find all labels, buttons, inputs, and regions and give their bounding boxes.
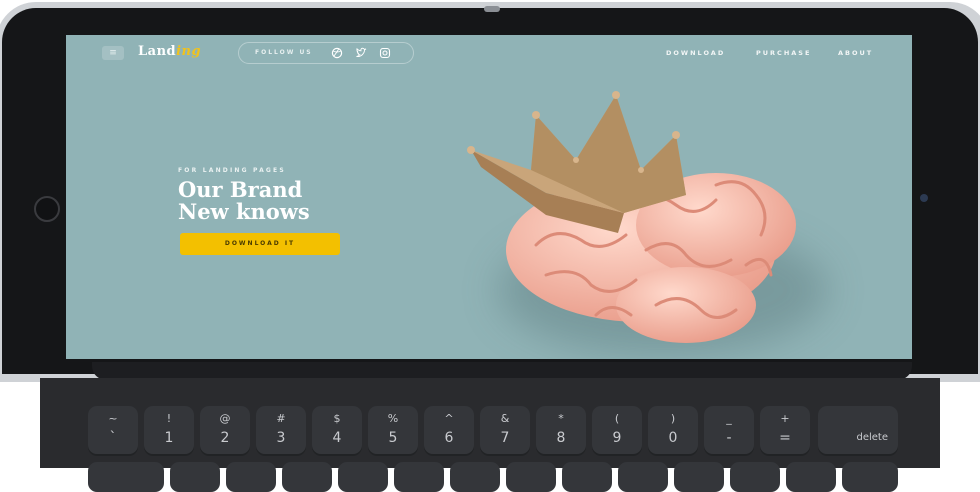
key-8[interactable]: * 8 bbox=[536, 406, 586, 456]
hero-headline: Our Brand New knows bbox=[178, 179, 310, 223]
headline-line-2: New knows bbox=[178, 199, 310, 224]
nav-purchase[interactable]: PURCHASE bbox=[756, 49, 811, 57]
key-3[interactable]: #3 bbox=[256, 406, 306, 456]
nav-download[interactable]: DOWNLOAD bbox=[666, 49, 725, 57]
brain-crown-illustration bbox=[467, 91, 796, 343]
brand-name: Land bbox=[138, 44, 177, 59]
key-0[interactable]: ) 0 bbox=[648, 406, 698, 456]
key-equals[interactable]: + = bbox=[760, 406, 810, 456]
instagram-icon[interactable] bbox=[379, 47, 391, 59]
tablet-screen: ≡ Landing FOLLOW US DOWNLOAD PURCHASE AB… bbox=[66, 35, 912, 359]
key-backtick[interactable]: ~ ` bbox=[88, 406, 138, 456]
camera-icon bbox=[484, 6, 500, 12]
hero-kicker: FOR LANDING PAGES bbox=[178, 167, 286, 174]
headline-line-1: Our Brand bbox=[178, 177, 303, 202]
dribbble-icon[interactable] bbox=[331, 47, 343, 59]
menu-button[interactable]: ≡ bbox=[102, 46, 124, 60]
twitter-icon[interactable] bbox=[355, 47, 367, 59]
sensor-icon bbox=[920, 194, 928, 202]
key-6[interactable]: ^ 6 bbox=[424, 406, 474, 456]
home-button[interactable] bbox=[34, 196, 60, 222]
key-1[interactable]: ! 1 bbox=[144, 406, 194, 456]
download-cta-button[interactable]: DOWNLOAD IT bbox=[180, 233, 340, 255]
brand-logo[interactable]: Landing bbox=[138, 44, 201, 59]
key-2[interactable]: @2 bbox=[200, 406, 250, 456]
key-7[interactable]: & 7 bbox=[480, 406, 530, 456]
key-minus[interactable]: _ - bbox=[704, 406, 754, 456]
follow-us-label: FOLLOW US bbox=[255, 49, 313, 56]
key-delete[interactable]: delete bbox=[818, 406, 898, 456]
nav-about[interactable]: ABOUT bbox=[838, 49, 873, 57]
follow-us-bar: FOLLOW US bbox=[238, 42, 414, 64]
brand-name-accent: ing bbox=[176, 44, 202, 59]
key-9[interactable]: (9 bbox=[592, 406, 642, 456]
key-4[interactable]: $4 bbox=[312, 406, 362, 456]
key-5[interactable]: % 5 bbox=[368, 406, 418, 456]
